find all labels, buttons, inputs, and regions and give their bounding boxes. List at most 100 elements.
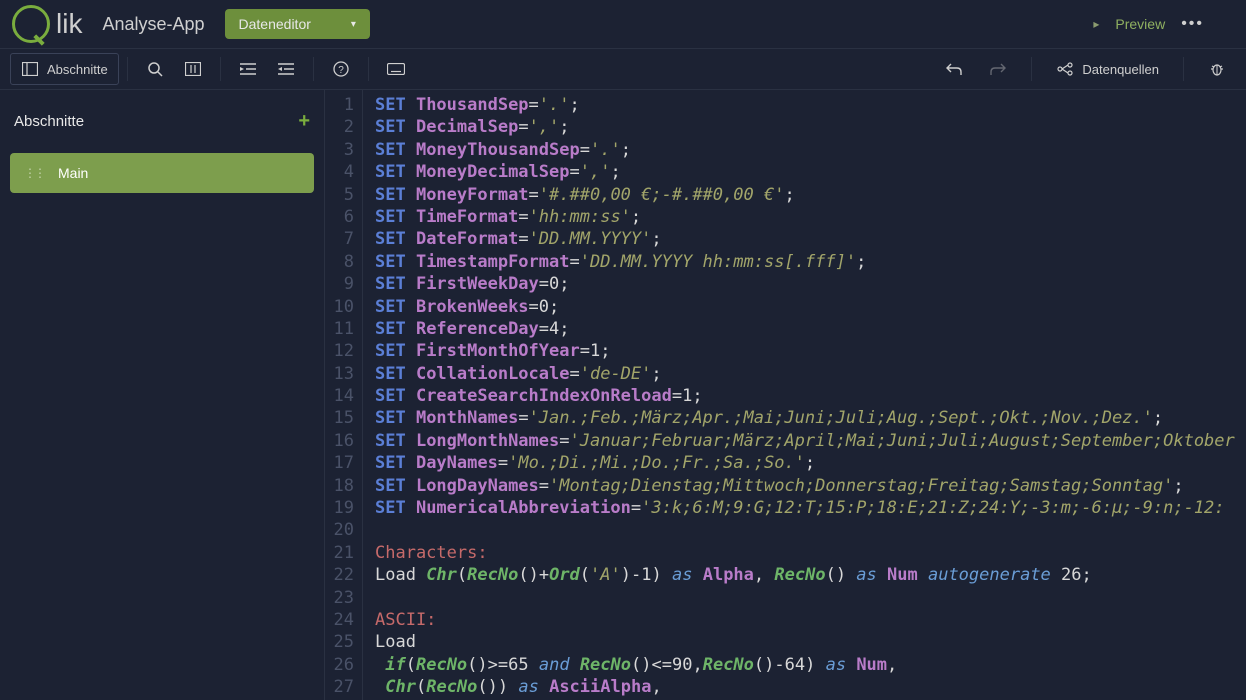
code-line[interactable]: SET DayNames='Mo.;Di.;Mi.;Do.;Fr.;Sa.;So… (375, 452, 1246, 474)
search-button[interactable] (136, 54, 174, 84)
preview-area: ▸ Preview ••• (1093, 15, 1204, 33)
bug-icon (1208, 60, 1226, 78)
code-area[interactable]: SET ThousandSep='.';SET DecimalSep=',';S… (363, 90, 1246, 700)
sections-toggle-button[interactable]: Abschnitte (10, 53, 119, 85)
code-line[interactable]: SET ReferenceDay=4; (375, 318, 1246, 340)
code-line[interactable] (375, 519, 1246, 541)
code-line[interactable]: SET LongDayNames='Montag;Dienstag;Mittwo… (375, 475, 1246, 497)
line-number: 20 (325, 519, 354, 541)
code-line[interactable]: SET TimeFormat='hh:mm:ss'; (375, 206, 1246, 228)
line-number: 11 (325, 318, 354, 340)
line-number: 7 (325, 228, 354, 250)
sidebar: Abschnitte + ⋮⋮ Main (0, 90, 325, 700)
preview-icon[interactable]: ▸ (1093, 17, 1099, 31)
comment-icon (184, 60, 202, 78)
logo-q-icon (12, 5, 50, 43)
code-line[interactable]: SET DecimalSep=','; (375, 116, 1246, 138)
line-number: 2 (325, 116, 354, 138)
dropdown-label: Dateneditor (239, 16, 311, 32)
data-sources-button[interactable]: Datenquellen (1046, 54, 1169, 84)
sidebar-title: Abschnitte (14, 113, 84, 130)
code-line[interactable]: SET TimestampFormat='DD.MM.YYYY hh:mm:ss… (375, 251, 1246, 273)
connection-icon (1056, 60, 1074, 78)
code-line[interactable]: SET LongMonthNames='Januar;Februar;März;… (375, 430, 1246, 452)
redo-icon (989, 60, 1007, 78)
code-editor[interactable]: 1234567891011121314151617181920212223242… (325, 90, 1246, 700)
top-bar: lik Analyse-App Dateneditor ▾ ▸ Preview … (0, 0, 1246, 48)
line-number: 23 (325, 587, 354, 609)
indent-icon (239, 60, 257, 78)
line-number: 6 (325, 206, 354, 228)
svg-text:?: ? (338, 65, 344, 76)
line-number: 21 (325, 542, 354, 564)
code-line[interactable]: ASCII: (375, 609, 1246, 631)
line-number: 17 (325, 452, 354, 474)
sidebar-header: Abschnitte + (10, 100, 314, 153)
redo-button[interactable] (979, 54, 1017, 84)
sections-toggle-label: Abschnitte (47, 62, 108, 77)
undo-icon (945, 60, 963, 78)
code-line[interactable]: SET MoneyDecimalSep=','; (375, 161, 1246, 183)
search-icon (146, 60, 164, 78)
code-line[interactable]: if(RecNo()>=65 and RecNo()<=90,RecNo()-6… (375, 654, 1246, 676)
code-line[interactable]: SET CollationLocale='de-DE'; (375, 363, 1246, 385)
line-number: 16 (325, 430, 354, 452)
app-name: Analyse-App (102, 14, 204, 35)
add-section-button[interactable]: + (298, 110, 310, 133)
logo[interactable]: lik (12, 5, 82, 43)
drag-handle-icon[interactable]: ⋮⋮ (24, 166, 44, 180)
code-line[interactable]: SET BrokenWeeks=0; (375, 296, 1246, 318)
line-number: 27 (325, 676, 354, 698)
line-number: 1 (325, 94, 354, 116)
outdent-icon (277, 60, 295, 78)
panel-icon (21, 60, 39, 78)
line-number: 24 (325, 609, 354, 631)
comment-button[interactable] (174, 54, 212, 84)
data-sources-label: Datenquellen (1082, 62, 1159, 77)
line-number: 12 (325, 340, 354, 362)
help-button[interactable]: ? (322, 54, 360, 84)
keyboard-icon (387, 60, 405, 78)
code-line[interactable]: Characters: (375, 542, 1246, 564)
indent-button[interactable] (229, 54, 267, 84)
line-number: 9 (325, 273, 354, 295)
preview-button[interactable]: Preview (1115, 16, 1165, 32)
view-dropdown[interactable]: Dateneditor ▾ (225, 9, 370, 39)
help-icon: ? (332, 60, 350, 78)
more-menu[interactable]: ••• (1181, 15, 1204, 33)
section-item-main[interactable]: ⋮⋮ Main (10, 153, 314, 193)
line-number: 18 (325, 475, 354, 497)
debug-button[interactable] (1198, 54, 1236, 84)
line-number: 5 (325, 184, 354, 206)
code-line[interactable]: Chr(RecNo()) as AsciiAlpha, (375, 676, 1246, 698)
code-line[interactable]: SET NumericalAbbreviation='3:k;6:M;9:G;1… (375, 497, 1246, 519)
code-line[interactable] (375, 587, 1246, 609)
toolbar: Abschnitte ? (0, 48, 1246, 90)
code-line[interactable]: Load Chr(RecNo()+Ord('A')-1) as Alpha, R… (375, 564, 1246, 586)
line-number: 8 (325, 251, 354, 273)
code-line[interactable]: SET CreateSearchIndexOnReload=1; (375, 385, 1246, 407)
line-number: 3 (325, 139, 354, 161)
line-number: 13 (325, 363, 354, 385)
line-gutter: 1234567891011121314151617181920212223242… (325, 90, 363, 700)
main-area: Abschnitte + ⋮⋮ Main 1234567891011121314… (0, 90, 1246, 700)
code-line[interactable]: SET MonthNames='Jan.;Feb.;März;Apr.;Mai;… (375, 407, 1246, 429)
line-number: 10 (325, 296, 354, 318)
code-line[interactable]: SET ThousandSep='.'; (375, 94, 1246, 116)
outdent-button[interactable] (267, 54, 305, 84)
chevron-down-icon: ▾ (351, 19, 356, 30)
code-line[interactable]: SET MoneyFormat='#.##0,00 €;-#.##0,00 €'… (375, 184, 1246, 206)
code-line[interactable]: SET FirstMonthOfYear=1; (375, 340, 1246, 362)
line-number: 22 (325, 564, 354, 586)
undo-button[interactable] (935, 54, 973, 84)
code-line[interactable]: SET MoneyThousandSep='.'; (375, 139, 1246, 161)
code-line[interactable]: SET DateFormat='DD.MM.YYYY'; (375, 228, 1246, 250)
line-number: 14 (325, 385, 354, 407)
code-line[interactable]: SET FirstWeekDay=0; (375, 273, 1246, 295)
line-number: 15 (325, 407, 354, 429)
line-number: 19 (325, 497, 354, 519)
line-number: 4 (325, 161, 354, 183)
logo-text: lik (56, 8, 82, 40)
code-line[interactable]: Load (375, 631, 1246, 653)
keyboard-button[interactable] (377, 54, 415, 84)
